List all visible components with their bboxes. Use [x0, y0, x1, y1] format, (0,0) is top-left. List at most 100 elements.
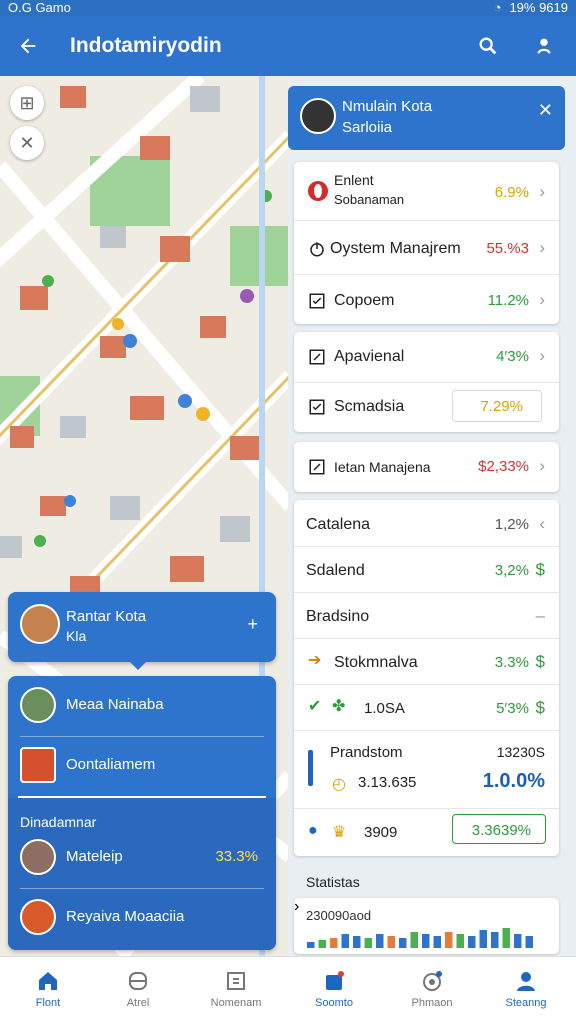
nav-nomenam[interactable]: Nomenam — [188, 957, 284, 1024]
statistics-label: 230090aod — [306, 908, 372, 923]
list-item[interactable]: ● ♛ 3909 3.3639% — [294, 808, 559, 856]
avatar — [20, 687, 56, 723]
list-item[interactable]: Ietan Manajena $2,33% › — [294, 442, 559, 492]
row-value: 55.%3 — [486, 240, 529, 257]
edit-icon — [309, 349, 325, 365]
list-item[interactable]: Enlent Sobanaman 6.9% › — [294, 162, 559, 220]
avatar — [20, 604, 60, 644]
nav-phmaon[interactable]: Phmaon — [384, 957, 480, 1024]
chevron-left-icon: ‹ — [539, 514, 545, 533]
checkbox-icon — [309, 293, 325, 309]
layers-icon: ⊞ — [19, 92, 35, 113]
chart-bar — [502, 928, 510, 948]
accent-bar — [308, 750, 313, 786]
chevron-right-icon: › — [539, 182, 545, 201]
search-button[interactable] — [474, 32, 502, 60]
row-sublabel: 3.13.635 — [358, 774, 417, 791]
statistics-card[interactable]: 230090aod › — [294, 898, 559, 954]
list-item[interactable]: Copoem 11.2% › — [294, 276, 559, 326]
row-value: 3.3% — [494, 654, 529, 671]
nav-steanng[interactable]: Steanng — [478, 957, 574, 1024]
row-label: Enlent — [334, 172, 374, 188]
popup-subtitle: Kla — [66, 628, 87, 644]
row-value: 33.3% — [215, 848, 258, 865]
metrics-card-1: Enlent Sobanaman 6.9% › Oystem Manajrem … — [294, 162, 559, 324]
row-label: 3909 — [364, 824, 398, 841]
list-item[interactable]: Meaa Nainaba — [8, 676, 276, 736]
nav-atrel[interactable]: Atrel — [90, 957, 186, 1024]
close-icon[interactable]: ✕ — [538, 100, 553, 121]
list-item[interactable]: Oystem Manajrem 55.%3 › — [294, 224, 559, 274]
bag-icon — [326, 971, 344, 990]
status-right: ◔ 19% 9619 — [493, 0, 568, 15]
row-label: Stokmnalva — [334, 654, 418, 671]
arrow-icon: ➔ — [308, 652, 322, 669]
location-info-card[interactable]: Nmulain Kota Sarloiia ✕ — [288, 86, 565, 150]
list-item[interactable]: Prandstom ◴ 3.13.635 13230S 1.0.0% — [294, 732, 559, 808]
row-label: Oontaliamem — [66, 756, 156, 773]
row-label: Sdalend — [306, 562, 365, 579]
metrics-card-4: Catalena 1,2% ‹ Sdalend 3,2% $ Bradsino … — [294, 500, 559, 856]
list-item[interactable]: Apavienal 4′3% › — [294, 332, 559, 382]
row-value: 13230S — [496, 744, 545, 760]
chart-bar — [341, 934, 349, 948]
row-label: Catalena — [306, 516, 371, 533]
row-value: 5′3% — [496, 700, 529, 717]
list-item[interactable]: Reyaiva Moaaciia — [8, 888, 276, 948]
row-label: Ietan Manajena — [334, 459, 431, 475]
row-value: 3,2% — [494, 562, 529, 579]
power-icon — [310, 242, 324, 257]
row-value: 4′3% — [496, 348, 529, 365]
map-layers-button[interactable]: ⊞ — [10, 86, 44, 120]
row-sublabel: Sobanaman — [334, 192, 405, 207]
crown-icon: ♛ — [332, 824, 347, 841]
chart-bar — [514, 934, 522, 948]
metrics-card-2: Apavienal 4′3% › Scmadsia 7.29% — [294, 332, 559, 432]
chart-bar — [422, 934, 430, 948]
row-label: Meaa Nainaba — [66, 696, 164, 713]
list-item[interactable]: Oontaliamem — [8, 736, 276, 796]
info-card-title: Nmulain Kota — [342, 98, 433, 115]
chart-bar — [410, 932, 418, 948]
puzzle-icon: ✤ — [332, 698, 346, 715]
back-button[interactable] — [14, 32, 42, 60]
chart-bar — [445, 932, 453, 948]
nav-soomto[interactable]: Soomto — [286, 957, 382, 1024]
app-screen: O.G Gamo ◔ 19% 9619 Indotamiryodin ⊞ ✕ N… — [0, 0, 576, 1024]
map-close-button[interactable]: ✕ — [10, 126, 44, 160]
chart-bar — [353, 936, 361, 948]
row-label: Prandstom — [330, 744, 403, 761]
list-item[interactable]: Catalena 1,2% ‹ — [294, 500, 559, 546]
search-icon — [479, 37, 497, 55]
chart-bar — [525, 936, 533, 948]
popup-pointer — [130, 662, 146, 670]
list-item[interactable]: Sdalend 3,2% $ — [294, 546, 559, 592]
list-item[interactable]: Scmadsia 7.29% — [294, 382, 559, 432]
list-item[interactable]: ➔ Stokmnalva 3.3% $ — [294, 638, 559, 684]
row-label: Apavienal — [334, 348, 405, 365]
list-item[interactable]: Bradsino – — [294, 592, 559, 638]
grid-icon — [227, 972, 245, 990]
list-item[interactable]: ✔ ✤ 1.0SA 5′3% $ — [294, 684, 559, 730]
list-item[interactable]: Mateleip 33.3% — [8, 828, 276, 888]
row-label: Bradsino — [306, 608, 370, 625]
bottom-navigation: Flont Atrel Nomenam Soomto Phmaon Steann… — [0, 956, 576, 1024]
row-value-large: 1.0.0% — [482, 770, 545, 792]
profile-icon — [517, 972, 535, 991]
back-arrow-icon — [20, 38, 36, 54]
map-popup-card[interactable]: Rantar Kota Kla + — [8, 592, 276, 670]
row-value: 7.29% — [480, 398, 523, 415]
statistics-title: Statistas — [306, 874, 360, 890]
status-bar: O.G Gamo ◔ 19% 9619 — [0, 0, 576, 16]
location-button[interactable] — [530, 32, 558, 60]
settings-icon — [423, 971, 442, 991]
chevron-right-icon: › — [539, 346, 545, 365]
close-icon: ✕ — [19, 132, 35, 153]
row-label: Reyaiva Moaaciia — [66, 908, 185, 925]
nav-home[interactable]: Flont — [0, 957, 96, 1024]
check-icon: ✔ — [308, 698, 322, 715]
add-icon[interactable]: + — [247, 614, 258, 635]
chevron-right-icon: › — [539, 456, 545, 475]
row-value: 11.2% — [487, 292, 529, 309]
shop-icon — [20, 747, 56, 783]
